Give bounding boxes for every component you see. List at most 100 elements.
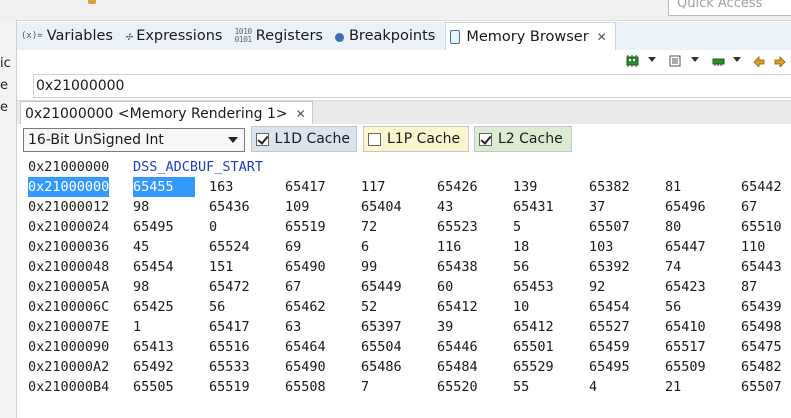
- memory-cell[interactable]: 39: [437, 317, 453, 337]
- memory-address[interactable]: 0x21000000: [28, 177, 110, 197]
- memory-cell[interactable]: 65443: [741, 257, 782, 277]
- memory-cell[interactable]: 65404: [361, 197, 402, 217]
- memory-cell[interactable]: 55: [513, 377, 529, 397]
- memory-cell[interactable]: 65426: [437, 177, 478, 197]
- memory-cell[interactable]: 65516: [209, 337, 250, 357]
- memory-address[interactable]: 0x2100007E: [28, 317, 109, 337]
- memory-cell[interactable]: 60: [437, 277, 453, 297]
- memory-cell[interactable]: 109: [285, 197, 309, 217]
- memory-cell[interactable]: 87: [741, 277, 757, 297]
- l2-cache-checkbox[interactable]: L2 Cache: [474, 126, 572, 152]
- memory-cell[interactable]: 65517: [665, 337, 706, 357]
- memory-cell[interactable]: 65412: [437, 297, 478, 317]
- new-rendering-icon[interactable]: [626, 55, 639, 67]
- new-rendering-dropdown-arrow[interactable]: [648, 57, 656, 62]
- memory-cell[interactable]: 65472: [209, 277, 250, 297]
- memory-cell[interactable]: 65459: [589, 337, 630, 357]
- memory-cell[interactable]: 0: [209, 217, 217, 237]
- memory-cell[interactable]: 65504: [361, 337, 402, 357]
- memory-cell[interactable]: 65413: [133, 337, 174, 357]
- memory-cell[interactable]: 65455: [133, 177, 195, 197]
- memory-cell[interactable]: 56: [209, 297, 225, 317]
- memory-cell[interactable]: 65412: [513, 317, 554, 337]
- memory-cell[interactable]: 1: [133, 317, 141, 337]
- tab-expressions[interactable]: ✢ Expressions: [121, 22, 227, 50]
- memory-cell[interactable]: 65519: [285, 217, 326, 237]
- memory-cell[interactable]: 65436: [209, 197, 250, 217]
- toolbar-icon-fragment[interactable]: [88, 0, 96, 4]
- memory-cell[interactable]: 65520: [437, 377, 478, 397]
- symbol-label[interactable]: DSS_ADCBUF_START: [133, 157, 263, 177]
- memory-cell[interactable]: 65509: [665, 357, 706, 377]
- memory-cell[interactable]: 10: [513, 297, 529, 317]
- memory-cell[interactable]: 18: [513, 237, 529, 257]
- memory-cell[interactable]: 74: [665, 257, 681, 277]
- memory-cell[interactable]: 65464: [285, 337, 326, 357]
- memory-cell[interactable]: 81: [665, 177, 681, 197]
- memory-cell[interactable]: 65447: [665, 237, 706, 257]
- memory-cell[interactable]: 65507: [741, 377, 782, 397]
- save-memory-dropdown-arrow[interactable]: [733, 57, 741, 62]
- l1p-cache-checkbox[interactable]: L1P Cache: [363, 126, 469, 152]
- memory-cell[interactable]: 67: [285, 277, 301, 297]
- memory-cell[interactable]: 65533: [209, 357, 250, 377]
- memory-cell[interactable]: 151: [209, 257, 233, 277]
- memory-cell[interactable]: 117: [361, 177, 385, 197]
- memory-cell[interactable]: 52: [361, 297, 377, 317]
- memory-address[interactable]: 0x2100006C: [28, 297, 109, 317]
- memory-cell[interactable]: 65454: [589, 297, 630, 317]
- memory-cell[interactable]: 65423: [665, 277, 706, 297]
- tab-memory-rendering[interactable]: 0x21000000 <Memory Rendering 1> ✕: [20, 101, 313, 126]
- memory-cell[interactable]: 65501: [513, 337, 554, 357]
- l1d-cache-checkbox[interactable]: L1D Cache: [251, 126, 357, 152]
- quick-access-input[interactable]: Quick Access: [668, 0, 791, 16]
- memory-cell[interactable]: 63: [285, 317, 301, 337]
- memory-address[interactable]: 0x21000012: [28, 197, 109, 217]
- memory-cell[interactable]: 65490: [285, 357, 326, 377]
- memory-cell[interactable]: 65523: [437, 217, 478, 237]
- memory-address[interactable]: 0x21000036: [28, 237, 109, 257]
- memory-cell[interactable]: 65498: [741, 317, 782, 337]
- memory-cell[interactable]: 65519: [209, 377, 250, 397]
- memory-cell[interactable]: 65507: [589, 217, 630, 237]
- format-select[interactable]: 16-Bit UnSigned Int: [23, 128, 245, 152]
- memory-cell[interactable]: 65392: [589, 257, 630, 277]
- memory-grid[interactable]: 0x21000000 DSS_ADCBUF_START 0x21000000 65…: [17, 156, 791, 418]
- tab-memory-browser[interactable]: Memory Browser ✕: [445, 22, 616, 50]
- memory-cell[interactable]: 65482: [741, 357, 782, 377]
- memory-address[interactable]: 0x2100005A: [28, 277, 109, 297]
- memory-cell[interactable]: 65508: [285, 377, 326, 397]
- back-icon[interactable]: [752, 55, 765, 67]
- memory-cell[interactable]: 65462: [285, 297, 326, 317]
- memory-address[interactable]: 0x21000024: [28, 217, 109, 237]
- memory-cell[interactable]: 56: [665, 297, 681, 317]
- save-memory-icon[interactable]: [712, 55, 725, 67]
- memory-cell[interactable]: 43: [437, 197, 453, 217]
- tab-breakpoints[interactable]: Breakpoints: [331, 22, 439, 50]
- memory-cell[interactable]: 80: [665, 217, 681, 237]
- memory-cell[interactable]: 65529: [513, 357, 554, 377]
- memory-cell[interactable]: 116: [437, 237, 461, 257]
- memory-cell[interactable]: 65417: [285, 177, 326, 197]
- memory-cell[interactable]: 65431: [513, 197, 554, 217]
- memory-cell[interactable]: 65495: [589, 357, 630, 377]
- memory-cell[interactable]: 45: [133, 237, 149, 257]
- tab-variables[interactable]: (x)= Variables: [17, 22, 117, 50]
- memory-cell[interactable]: 7: [361, 377, 369, 397]
- memory-cell[interactable]: 65454: [133, 257, 174, 277]
- memory-cell[interactable]: 65486: [361, 357, 402, 377]
- memory-cell[interactable]: 98: [133, 277, 149, 297]
- memory-cell[interactable]: 65484: [437, 357, 478, 377]
- memory-cell[interactable]: 65446: [437, 337, 478, 357]
- tab-registers[interactable]: 1010 0101 Registers: [230, 22, 327, 50]
- import-memory-icon[interactable]: [669, 55, 682, 67]
- memory-address[interactable]: 0x21000090: [28, 337, 109, 357]
- memory-cell[interactable]: 65382: [589, 177, 630, 197]
- memory-cell[interactable]: 103: [589, 237, 613, 257]
- memory-cell[interactable]: 163: [209, 177, 233, 197]
- memory-cell[interactable]: 65510: [741, 217, 782, 237]
- memory-cell[interactable]: 65492: [133, 357, 174, 377]
- memory-cell[interactable]: 139: [513, 177, 537, 197]
- memory-cell[interactable]: 65417: [209, 317, 250, 337]
- memory-cell[interactable]: 65449: [361, 277, 402, 297]
